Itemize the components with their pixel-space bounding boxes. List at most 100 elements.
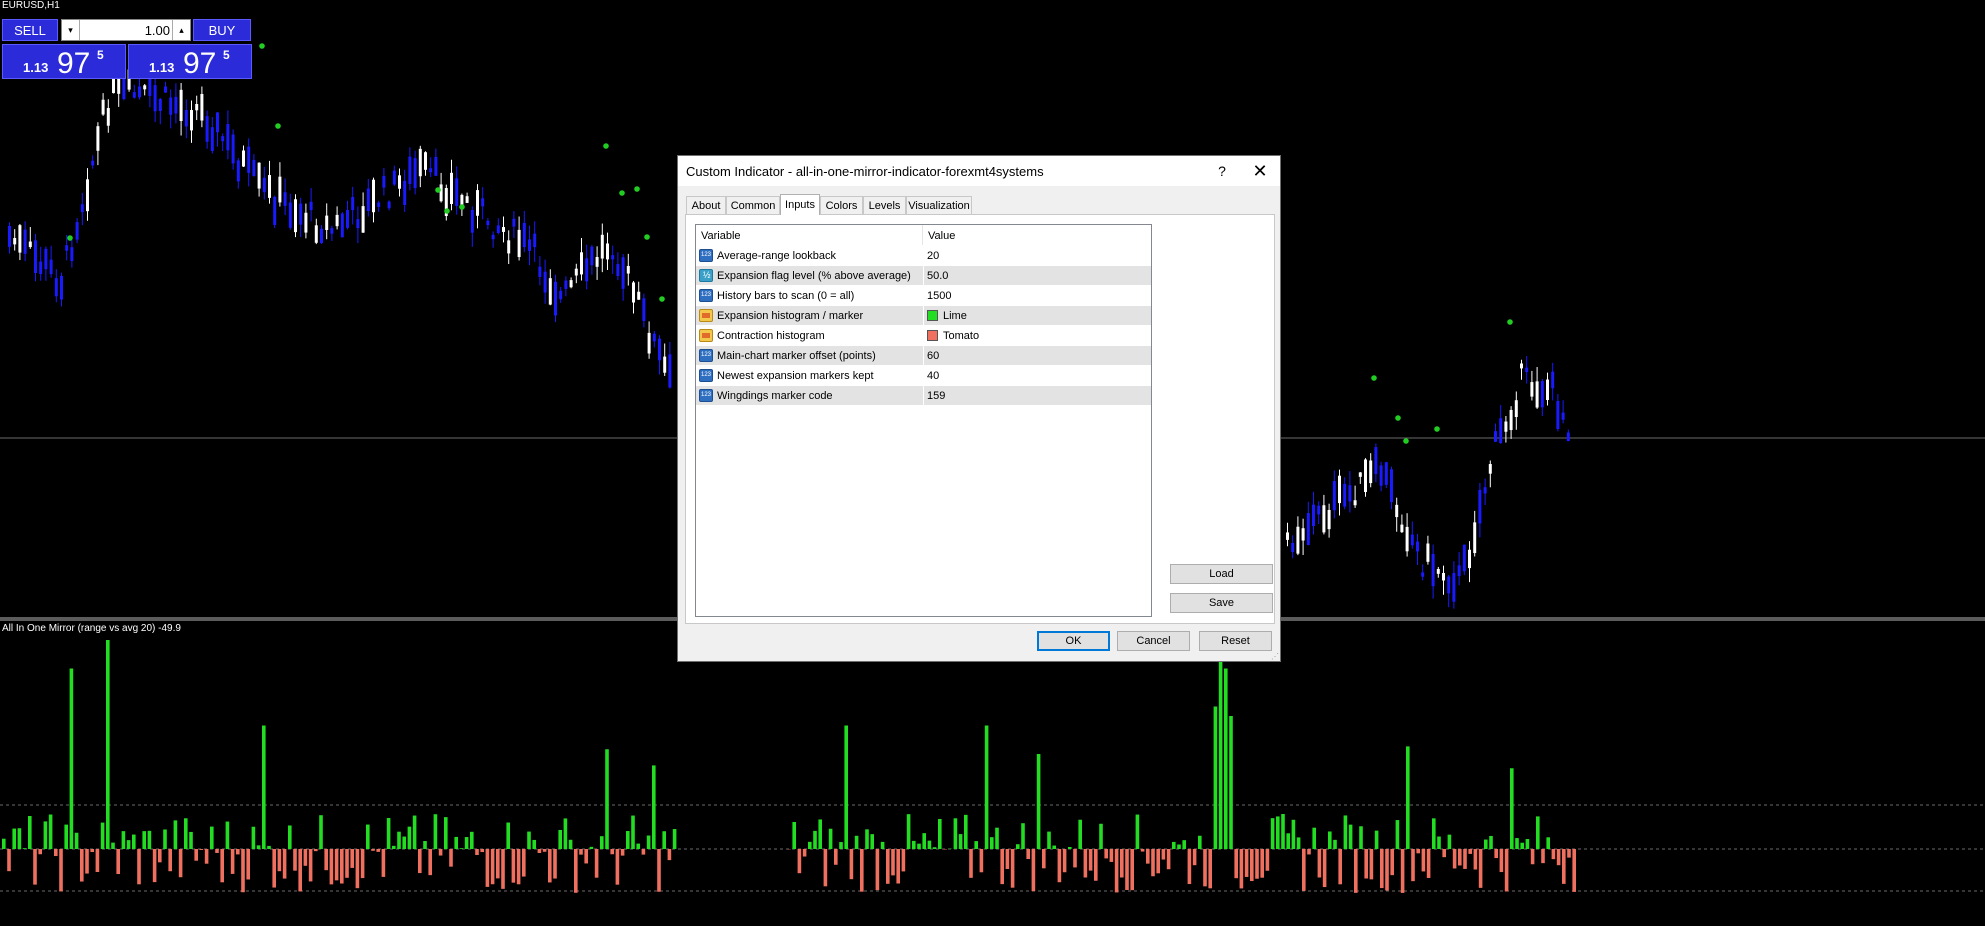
candle-body — [1447, 576, 1451, 594]
candle-body — [34, 240, 37, 273]
candle-body — [1322, 505, 1326, 533]
candle-body — [533, 233, 537, 248]
indicator-subwindow[interactable] — [0, 621, 1985, 926]
histogram-bar — [48, 814, 53, 849]
expansion-marker — [259, 43, 265, 49]
candle-body — [429, 168, 433, 173]
row-value[interactable]: 60 — [927, 350, 939, 362]
sell-button[interactable]: SELL — [2, 19, 58, 41]
candle-body — [1416, 541, 1419, 552]
cancel-button[interactable]: Cancel — [1117, 631, 1190, 651]
table-row[interactable]: Contraction histogram Tomato — [696, 325, 1151, 346]
candle-body — [1504, 421, 1508, 432]
histogram-bar — [995, 827, 999, 849]
histogram-bar — [605, 749, 609, 849]
candle-body — [1291, 542, 1295, 552]
candle-body — [226, 124, 230, 151]
histogram-bar — [1562, 849, 1566, 884]
row-value[interactable]: 159 — [927, 390, 945, 402]
histogram-bar — [298, 849, 302, 892]
histogram-bar — [579, 849, 583, 855]
resize-grip-icon[interactable]: ⋰ — [1271, 652, 1279, 661]
histogram-bar — [1047, 831, 1051, 849]
close-icon[interactable]: ✕ — [1248, 160, 1272, 182]
histogram-bar — [880, 841, 885, 849]
candle-body — [1525, 367, 1529, 373]
tab-about[interactable]: About — [686, 196, 726, 214]
tab-colors[interactable]: Colors — [820, 196, 863, 214]
candle-body — [377, 202, 381, 207]
candle-body — [580, 252, 583, 275]
row-value[interactable]: 50.0 — [927, 270, 948, 282]
tab-levels[interactable]: Levels — [863, 196, 906, 214]
histogram-bar — [1270, 818, 1275, 849]
histogram-bar — [631, 815, 635, 849]
column-header-value[interactable]: Value — [923, 225, 1151, 245]
histogram-bar — [329, 849, 334, 885]
buy-button[interactable]: BUY — [193, 19, 251, 41]
ok-button[interactable]: OK — [1037, 631, 1110, 651]
histogram-bar — [371, 849, 375, 851]
histogram-bar — [964, 814, 968, 849]
column-header-variable[interactable]: Variable — [696, 225, 923, 245]
histogram-bar — [1213, 706, 1218, 849]
histogram-bar — [490, 849, 495, 885]
row-value[interactable]: Lime — [943, 310, 967, 322]
candle-body — [574, 268, 578, 276]
row-value[interactable]: 40 — [927, 370, 939, 382]
table-row[interactable]: Wingdings marker code 159 — [696, 385, 1151, 406]
buy-price-prefix: 1.13 — [149, 60, 175, 75]
row-value[interactable]: 1500 — [927, 290, 951, 302]
tab-visualization[interactable]: Visualization — [906, 196, 972, 214]
histogram-bar — [1307, 849, 1311, 855]
save-button[interactable]: Save — [1170, 593, 1273, 613]
histogram-bar — [537, 849, 542, 854]
color-swatch[interactable] — [927, 330, 938, 341]
candle-body — [450, 172, 453, 204]
lot-size-stepper[interactable]: ▾ ▴ — [61, 19, 191, 41]
dialog-titlebar[interactable]: Custom Indicator - all-in-one-mirror-ind… — [678, 156, 1280, 186]
help-button[interactable]: ? — [1210, 161, 1234, 181]
candle-body — [559, 290, 563, 300]
row-value[interactable]: Tomato — [943, 330, 979, 342]
histogram-bar — [1421, 849, 1426, 872]
sell-price-quote[interactable]: 1.13 97 5 — [2, 44, 126, 80]
buy-price-quote[interactable]: 1.13 97 5 — [128, 44, 252, 80]
lot-increase-icon[interactable]: ▴ — [172, 20, 190, 40]
histogram-bar — [828, 828, 833, 849]
table-row[interactable]: Expansion flag level (% above average) 5… — [696, 265, 1151, 286]
tab-common[interactable]: Common — [726, 196, 780, 214]
histogram-bar — [277, 849, 282, 872]
color-icon — [699, 329, 713, 342]
histogram-bar — [1192, 849, 1197, 866]
histogram-bar — [1078, 819, 1082, 849]
histogram-bar — [865, 829, 869, 849]
candle-body — [517, 229, 521, 258]
color-swatch[interactable] — [927, 310, 938, 321]
histogram-bar — [386, 818, 391, 849]
histogram-bar — [584, 849, 588, 864]
table-row[interactable]: Expansion histogram / marker Lime — [696, 305, 1151, 326]
tab-inputs[interactable]: Inputs — [780, 194, 820, 215]
row-value[interactable]: 20 — [927, 250, 939, 262]
candle-body — [538, 266, 542, 277]
table-row[interactable]: Main-chart marker offset (points) 60 — [696, 345, 1151, 366]
candle-body — [1400, 524, 1404, 533]
table-row[interactable]: Average-range lookback 20 — [696, 245, 1151, 266]
candle-body — [1353, 500, 1357, 506]
lot-size-input[interactable] — [82, 21, 170, 39]
histogram-bar — [1234, 849, 1238, 879]
dialog-title: Custom Indicator - all-in-one-mirror-ind… — [686, 164, 1044, 179]
candle-body — [1499, 418, 1503, 444]
candle-body — [60, 275, 63, 300]
histogram-bar — [922, 833, 926, 849]
load-button[interactable]: Load — [1170, 564, 1273, 584]
candle-body — [1296, 526, 1300, 554]
table-row[interactable]: Newest expansion markers kept 40 — [696, 365, 1151, 386]
expansion-marker — [1434, 426, 1440, 432]
table-row[interactable]: History bars to scan (0 = all) 1500 — [696, 285, 1151, 306]
histogram-bar — [501, 849, 505, 889]
reset-button[interactable]: Reset — [1199, 631, 1272, 651]
lot-decrease-icon[interactable]: ▾ — [62, 20, 80, 40]
candle-body — [268, 175, 271, 198]
